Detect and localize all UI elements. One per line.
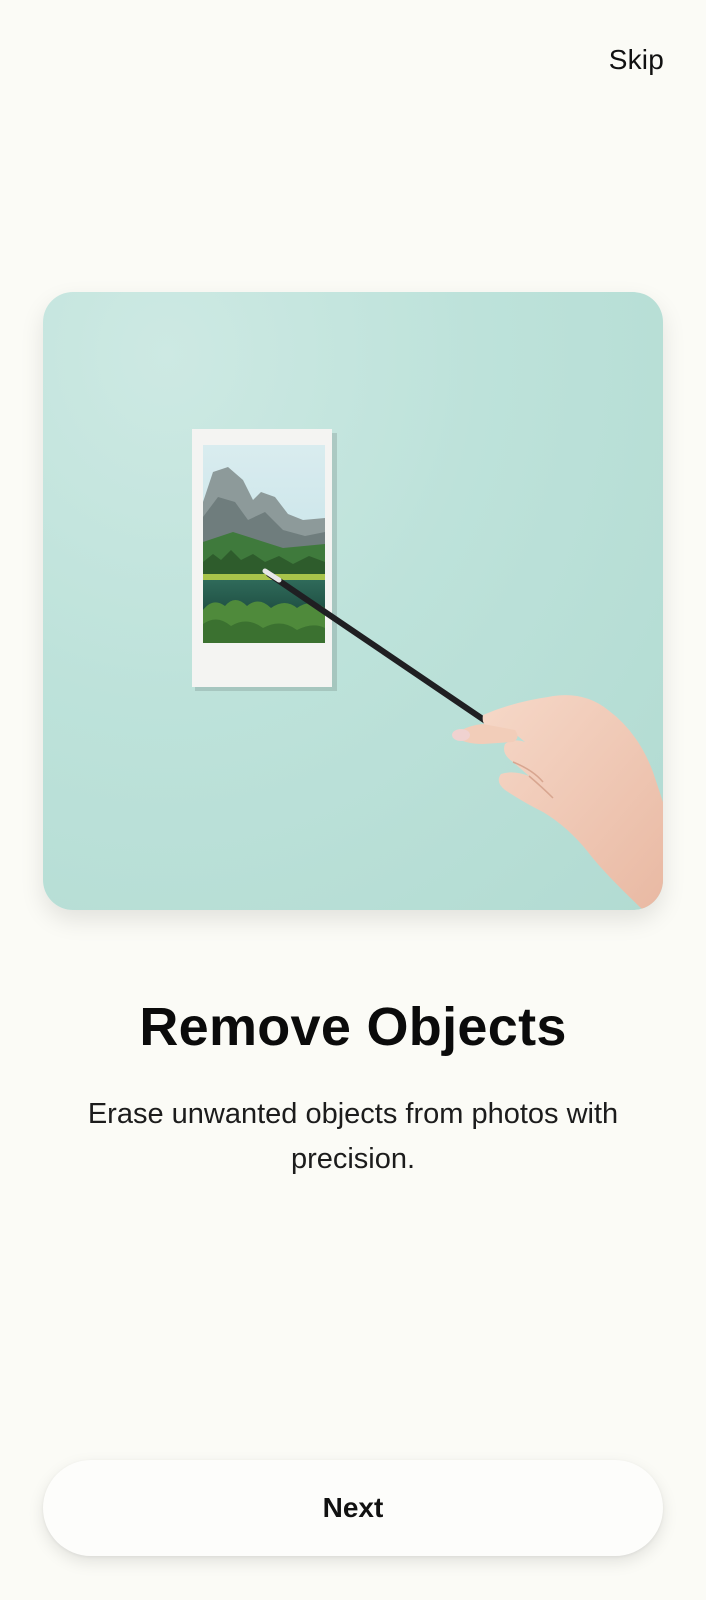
onboarding-screen: Skip Remove Objects Erase unwanted objec… [0, 0, 706, 1600]
hero-illustration-graphic [192, 429, 663, 910]
page-title: Remove Objects [139, 997, 567, 1057]
photo-print [192, 429, 332, 687]
hero-illustration [43, 292, 663, 910]
page-description: Erase unwanted objects from photos with … [87, 1098, 619, 1175]
next-button[interactable]: Next [43, 1460, 663, 1556]
skip-button[interactable]: Skip [609, 44, 664, 76]
next-button-label: Next [322, 1492, 384, 1523]
hand [452, 695, 663, 910]
